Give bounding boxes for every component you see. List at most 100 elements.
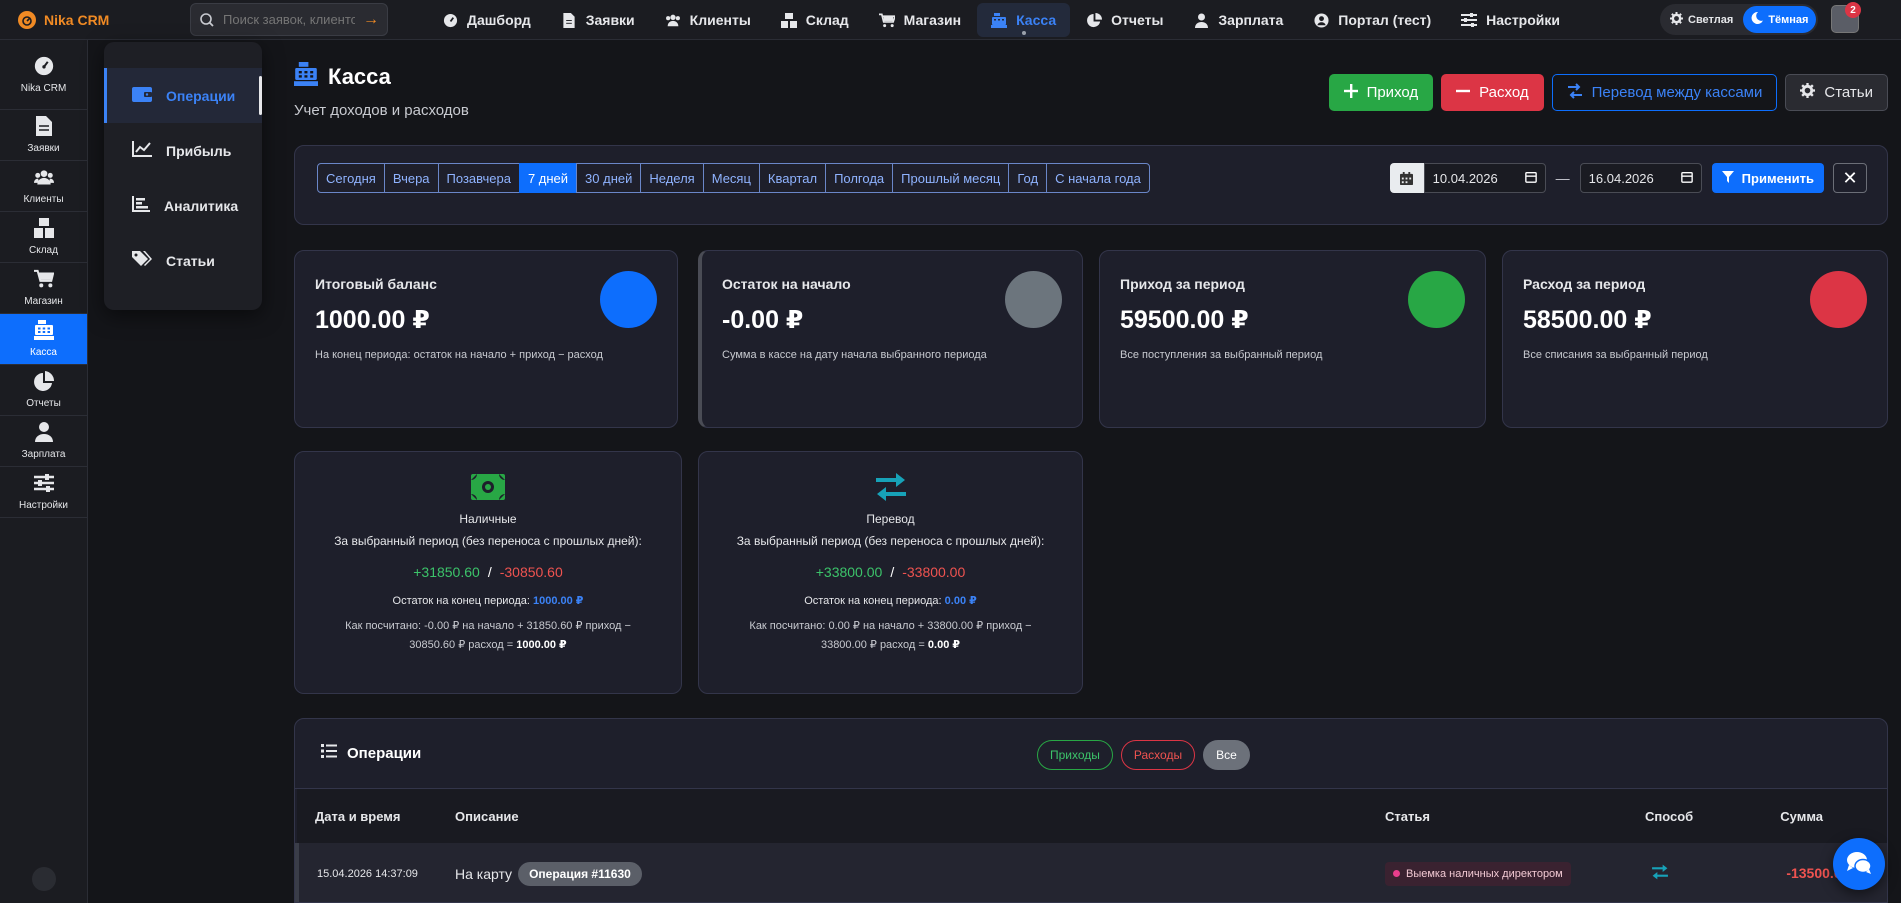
categories-button[interactable]: Статьи <box>1785 74 1888 111</box>
column-category[interactable]: Статья <box>1367 789 1627 843</box>
page-subtitle: Учет доходов и расходов <box>294 102 469 119</box>
rail-item-clients[interactable]: Клиенты <box>0 161 87 212</box>
pie-chart-icon <box>1086 12 1102 28</box>
rail-item-home[interactable]: Nika CRM <box>0 40 87 110</box>
column-amount[interactable]: Сумма <box>1737 789 1887 843</box>
filter-expense-button[interactable]: Расходы <box>1120 740 1196 770</box>
stat-card-opening-balance: Остаток на начало -0.00 ₽ Сумма в кассе … <box>698 250 1083 428</box>
topnav-dashboard[interactable]: Дашборд <box>428 3 545 37</box>
boxes-icon <box>780 12 797 28</box>
submenu-item-profit[interactable]: Прибыль <box>104 123 262 178</box>
date-to-field[interactable]: 16.04.2026 <box>1579 163 1702 193</box>
transfer-between-cash-button[interactable]: Перевод между кассами <box>1551 74 1778 111</box>
bar-chart-icon <box>132 196 150 215</box>
category-badge: Выемка наличных директором <box>1385 861 1571 886</box>
notification-badge: 2 <box>1845 2 1861 18</box>
period-quarter[interactable]: Квартал <box>758 163 827 193</box>
list-icon <box>321 744 337 762</box>
calendar-icon[interactable] <box>1680 171 1693 186</box>
topnav-settings[interactable]: Настройки <box>1447 3 1574 37</box>
global-search: → <box>190 3 388 36</box>
period-day-before-yesterday[interactable]: Позавчера <box>437 163 520 193</box>
period-year-to-date[interactable]: С начала года <box>1046 163 1150 193</box>
row-category: Выемка наличных директором <box>1367 843 1627 902</box>
operations-header: Операции Приходы Расходы Все <box>295 719 1887 789</box>
rail-item-cash[interactable]: Касса <box>0 314 87 365</box>
topnav-salary[interactable]: Зарплата <box>1179 3 1297 37</box>
period-today[interactable]: Сегодня <box>317 163 385 193</box>
topnav-clients[interactable]: Клиенты <box>651 3 765 37</box>
chat-button[interactable] <box>1833 838 1885 890</box>
operations-table: Дата и время Описание Статья Способ Сумм… <box>295 789 1887 902</box>
rail-item-label: Nika CRM <box>20 82 67 94</box>
method-rest: Остаток на конец периода: 1000.00 ₽ <box>295 594 681 607</box>
period-half-year[interactable]: Полгода <box>825 163 894 193</box>
filter-income-button[interactable]: Приходы <box>1037 740 1113 770</box>
calendar-icon[interactable] <box>1389 163 1424 193</box>
add-income-button[interactable]: Приход <box>1328 74 1434 111</box>
topnav-portal[interactable]: Портал (тест) <box>1299 3 1445 37</box>
period-week[interactable]: Неделя <box>640 163 704 193</box>
table-row[interactable]: 15.04.2026 14:37:09 На карту Операция #1… <box>295 843 1887 902</box>
date-range-separator: — <box>1555 170 1570 186</box>
column-description[interactable]: Описание <box>437 789 1367 843</box>
theme-switch: Светлая Тёмная <box>1660 4 1819 35</box>
user-avatar-icon[interactable] <box>32 867 56 891</box>
period-year[interactable]: Год <box>1008 163 1048 193</box>
person-icon <box>34 422 54 445</box>
calendar-icon[interactable] <box>1524 171 1537 186</box>
topnav-requests[interactable]: Заявки <box>547 3 649 37</box>
pie-chart-icon <box>33 371 54 394</box>
operations-filters: Приходы Расходы Все <box>1037 740 1250 770</box>
operations-panel: Операции Приходы Расходы Все Дата и врем… <box>294 718 1888 903</box>
table-header-row: Дата и время Описание Статья Способ Сумм… <box>297 789 1887 843</box>
topnav-shop[interactable]: Магазин <box>865 3 975 37</box>
arrow-right-icon[interactable]: → <box>363 11 379 29</box>
column-datetime[interactable]: Дата и время <box>297 789 437 843</box>
add-expense-button[interactable]: Расход <box>1441 74 1544 111</box>
apply-filter-button[interactable]: Применить <box>1711 163 1824 193</box>
rail-item-requests[interactable]: Заявки <box>0 110 87 161</box>
column-method[interactable]: Способ <box>1627 789 1737 843</box>
period-30-days[interactable]: 30 дней <box>576 163 642 193</box>
category-label: Выемка наличных директором <box>1406 867 1563 880</box>
theme-light-button[interactable]: Светлая <box>1662 6 1741 33</box>
stat-card-income: Приход за период 59500.00 ₽ Все поступле… <box>1099 250 1486 428</box>
theme-dark-label: Тёмная <box>1768 13 1809 26</box>
clear-filter-button[interactable]: ✕ <box>1833 163 1867 193</box>
topnav-label: Касса <box>1016 12 1057 28</box>
submenu-item-operations[interactable]: Операции <box>104 68 262 123</box>
rest-label: Остаток на конец периода: <box>392 595 530 607</box>
theme-dark-button[interactable]: Тёмная <box>1743 6 1817 33</box>
transfer-label: Перевод между кассами <box>1591 84 1763 101</box>
topnav-warehouse[interactable]: Склад <box>767 3 863 37</box>
stat-card-final-balance: Итоговый баланс 1000.00 ₽ На конец перио… <box>294 250 678 428</box>
brand[interactable]: Nika CRM <box>0 10 150 29</box>
rail-item-reports[interactable]: Отчеты <box>0 365 87 416</box>
cart-icon <box>878 12 895 28</box>
topnav-cash[interactable]: Касса <box>977 3 1071 37</box>
submenu-item-analytics[interactable]: Аналитика <box>104 178 262 233</box>
filter-all-button[interactable]: Все <box>1203 740 1250 770</box>
rail-item-shop[interactable]: Магазин <box>0 263 87 314</box>
period-7-days[interactable]: 7 дней <box>518 163 578 193</box>
status-dot <box>1408 271 1465 328</box>
period-month[interactable]: Месяц <box>702 163 760 193</box>
stat-note: Сумма в кассе на дату начала выбранного … <box>722 349 987 361</box>
header-actions: Приход Расход Перевод между кассами Стат… <box>1328 74 1888 111</box>
stat-card-expense: Расход за период 58500.00 ₽ Все списания… <box>1502 250 1888 428</box>
period-last-month[interactable]: Прошлый месяц <box>892 163 1010 193</box>
submenu-item-categories[interactable]: Статьи <box>104 233 262 288</box>
search-input[interactable] <box>223 12 355 27</box>
period-yesterday[interactable]: Вчера <box>383 163 439 193</box>
rail-item-settings[interactable]: Настройки <box>0 467 87 518</box>
calc-result: 1000.00 ₽ <box>516 638 567 651</box>
topnav-reports[interactable]: Отчеты <box>1072 3 1177 37</box>
topnav-label: Заявки <box>585 12 635 28</box>
user-circle-icon <box>1313 12 1329 28</box>
operation-badge[interactable]: Операция #11630 <box>518 861 642 886</box>
date-from-field[interactable]: 10.04.2026 <box>1423 163 1546 193</box>
rail-item-salary[interactable]: Зарплата <box>0 416 87 467</box>
rail-item-warehouse[interactable]: Склад <box>0 212 87 263</box>
tags-icon <box>132 251 152 270</box>
